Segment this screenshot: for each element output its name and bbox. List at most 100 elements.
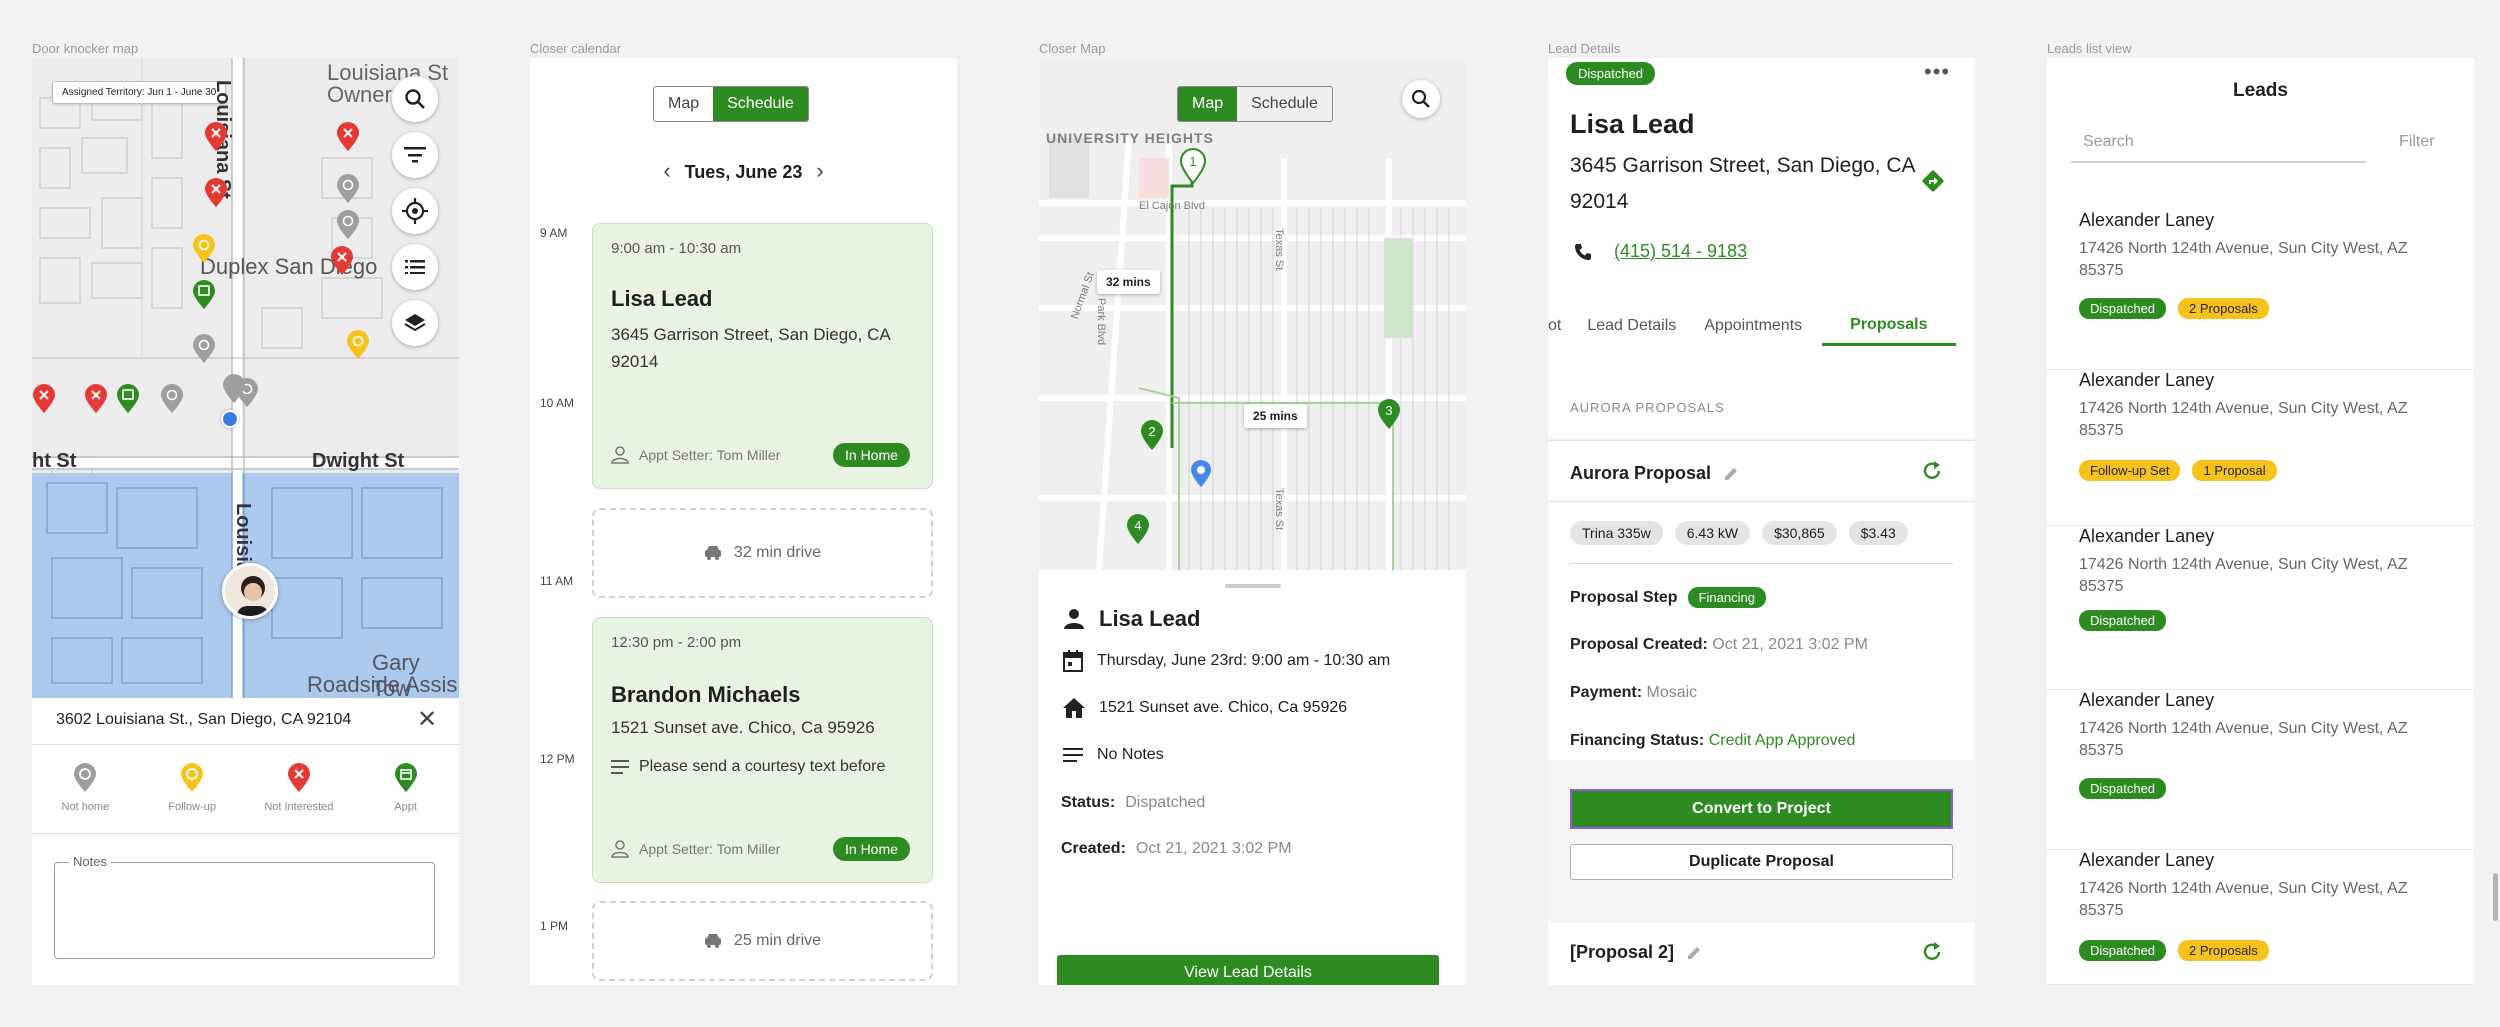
not-home-pin-icon[interactable] [336,174,360,204]
page-title: Leads [2233,80,2288,101]
notes-field[interactable]: Notes [54,854,435,959]
filter-button[interactable]: Filter [2399,133,2435,151]
lead-sheet: Lisa Lead Thursday, June 23rd: 9:00 am -… [1039,570,1466,985]
stop-number: 1 [1189,154,1196,169]
avatar[interactable] [222,563,278,619]
not-home-pin-icon[interactable] [222,374,246,404]
not-interested-pin-icon[interactable] [32,384,56,414]
closer-map-screen: UNIVERSITY HEIGHTS El Cajon Blvd Texas S… [1039,58,1466,985]
chevron-right-icon[interactable]: › [816,158,823,184]
not-interested-pin-icon[interactable] [204,178,228,208]
notes-icon [611,760,629,774]
not-interested-pin-icon[interactable] [204,122,228,152]
lead-header: Dispatched ••• Lisa Lead 3645 Garrison S… [1548,58,1975,378]
list-item[interactable]: Alexander Laney 17426 North 124th Avenue,… [2047,850,2474,985]
lead-name: Alexander Laney [2079,210,2215,230]
not-home-pin-icon[interactable] [160,384,184,414]
tab-lead-details[interactable]: Lead Details [1573,306,1690,346]
appointment-card[interactable]: 12:30 pm - 2:00 pm Brandon Michaels 1521… [592,617,933,883]
stop-marker[interactable]: 1 [1179,148,1207,184]
more-icon[interactable]: ••• [1924,59,1950,85]
badge-row: Dispatched 2 Proposals [2079,298,2269,319]
refresh-icon[interactable] [1921,460,1943,482]
not-interested-pin-icon[interactable] [336,122,360,152]
tab-notes[interactable]: ot [1548,306,1573,346]
drag-handle[interactable] [1225,584,1281,588]
status-badge: Dispatched [2079,298,2167,319]
not-home-pin-icon [74,763,97,792]
not-interested-button[interactable]: Not Interested [246,745,353,833]
convert-to-project-button[interactable]: Convert to Project [1570,789,1953,829]
not-home-pin-icon[interactable] [192,334,216,364]
tab-appointments[interactable]: Appointments [1690,306,1816,346]
scrollbar[interactable] [2493,873,2498,921]
edit-icon[interactable] [1686,945,1702,961]
schedule-toggle[interactable]: Schedule [713,87,808,121]
proposal-title: [Proposal 2] [1570,942,1702,963]
appointment-name: Brandon Michaels [611,682,801,707]
list-item[interactable]: Alexander Laney 17426 North 124th Avenue,… [2047,370,2474,526]
chevron-left-icon[interactable]: ‹ [663,158,670,184]
search-icon[interactable] [392,76,438,122]
drive-time: 32 min drive [592,508,933,598]
chip: $3.43 [1848,521,1908,545]
view-lead-details-button[interactable]: View Lead Details [1057,955,1439,985]
phone-link[interactable]: (415) 514 - 9183 [1614,241,1747,262]
appointment-pin-icon [394,763,417,792]
appointment-pin-icon[interactable] [192,280,216,310]
close-icon[interactable]: ✕ [417,708,437,732]
stop-marker[interactable]: 4 [1125,513,1151,545]
stop-number: 2 [1148,424,1155,439]
not-interested-pin-icon[interactable] [84,384,108,414]
directions-icon[interactable] [1921,169,1945,193]
step-badge: Financing [1687,587,1766,608]
list-icon[interactable] [392,244,438,290]
lead-details-screen: Dispatched ••• Lisa Lead 3645 Garrison S… [1548,58,1975,985]
locate-icon[interactable] [392,188,438,234]
chip: Trina 335w [1570,521,1663,545]
person-icon [1064,609,1084,629]
proposal-step: Proposal Step Financing [1570,587,1766,608]
list-item[interactable]: Alexander Laney 17426 North 124th Avenue,… [2047,210,2474,370]
lead-name: Lisa Lead [1570,109,1695,139]
not-home-pin-icon[interactable] [336,210,360,240]
list-item[interactable]: Alexander Laney 17426 North 124th Avenue,… [2047,526,2474,690]
person-outline-icon [611,840,629,858]
appointment-card[interactable]: 9:00 am - 10:30 am Lisa Lead 3645 Garris… [592,223,933,489]
map-label: El Cajon Blvd [1139,200,1206,212]
map-toggle[interactable]: Map [1178,87,1238,121]
follow-up-pin-icon[interactable] [192,234,216,264]
map-toggle[interactable]: Map [654,87,713,121]
not-interested-pin-icon[interactable] [330,246,354,276]
notes-icon [1063,748,1083,762]
financing-status: Financing Status: Credit App Approved [1570,732,1856,749]
edit-icon[interactable] [1723,466,1739,482]
lead-name-row: Lisa Lead [1063,606,1200,632]
time-label: 1 PM [540,919,569,933]
lead-address: 17426 North 124th Avenue, Sun City West,… [2079,720,2408,759]
list-item[interactable]: Alexander Laney 17426 North 124th Avenue,… [2047,690,2474,850]
leads-list-screen: Leads Search Filter Alexander Laney 17426… [2047,58,2474,985]
filter-icon[interactable] [392,132,438,178]
frame-label-calendar: Closer calendar [530,41,622,56]
status-badge: In Home [833,837,910,861]
address-sheet: 3602 Louisiana St., San Diego, CA 92104 … [32,698,459,985]
calendar-icon [1063,650,1083,672]
status-badge: Dispatched [2079,610,2167,631]
appt-button[interactable]: Appt [352,745,459,833]
layers-icon[interactable] [392,300,438,346]
not-home-button[interactable]: Not home [32,745,139,833]
appointment-pin-icon[interactable] [116,384,140,414]
refresh-icon[interactable] [1921,941,1943,963]
schedule-toggle[interactable]: Schedule [1237,87,1332,121]
duplicate-proposal-button[interactable]: Duplicate Proposal [1570,844,1953,880]
time-label: 9 AM [540,226,568,240]
search-input[interactable]: Search [2071,127,2366,163]
tab-proposals[interactable]: Proposals [1822,306,1956,346]
car-icon [704,934,721,948]
stop-marker[interactable]: 3 [1376,398,1402,430]
search-icon[interactable] [1402,80,1440,118]
follow-up-pin-icon[interactable] [346,330,370,360]
follow-up-button[interactable]: Follow-up [139,745,246,833]
stop-marker[interactable]: 2 [1139,419,1165,451]
